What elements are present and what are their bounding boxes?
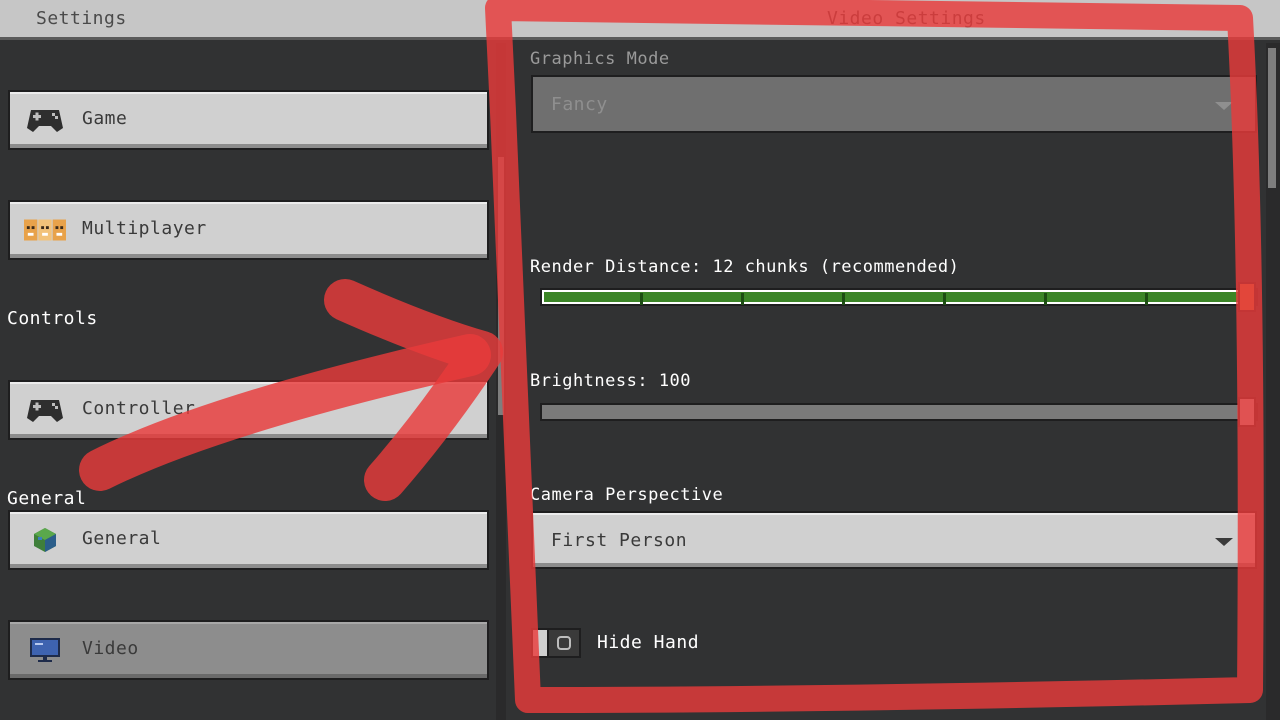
players-icon: [24, 214, 66, 246]
graphics-mode-label: Graphics Mode: [530, 49, 670, 69]
toggle-off-icon: [557, 636, 571, 650]
gamepad-icon: [24, 104, 66, 136]
toggle-knob: [533, 630, 549, 656]
sidebar-item-label: Controller: [82, 398, 196, 419]
chevron-down-icon: [1215, 538, 1233, 546]
sidebar-item-video[interactable]: Video: [8, 620, 489, 680]
slider-tick: [943, 293, 946, 305]
monitor-icon: [24, 634, 66, 666]
slider-tick: [1044, 293, 1047, 305]
sidebar-item-label: Multiplayer: [82, 218, 207, 239]
sidebar-item-label: General: [82, 528, 162, 549]
section-label-controls: Controls: [7, 308, 98, 329]
slider-tick: [741, 293, 744, 305]
chevron-down-icon: [1215, 102, 1233, 110]
header-bar: Settings Video Settings: [0, 0, 1280, 40]
brightness-slider-handle[interactable]: [1238, 397, 1256, 427]
graphics-mode-value: Fancy: [551, 94, 608, 115]
render-distance-slider[interactable]: [540, 288, 1258, 306]
sidebar-item-controller[interactable]: Controller: [8, 380, 489, 440]
video-settings-title: Video Settings: [827, 8, 986, 29]
render-distance-slider-handle[interactable]: [1238, 282, 1256, 312]
render-distance-label: Render Distance: 12 chunks (recommended): [530, 257, 960, 277]
section-label-general: General: [7, 488, 87, 509]
sidebar-scroll-thumb[interactable]: [498, 157, 504, 415]
sidebar-item-multiplayer[interactable]: Multiplayer: [8, 200, 489, 260]
sidebar-item-game[interactable]: Game: [8, 90, 489, 150]
slider-tick: [842, 293, 845, 305]
settings-title: Settings: [36, 8, 127, 29]
graphics-mode-dropdown[interactable]: Fancy: [531, 75, 1257, 133]
camera-perspective-label: Camera Perspective: [530, 485, 724, 505]
gamepad-icon: [24, 394, 66, 426]
brightness-label: Brightness: 100: [530, 371, 692, 391]
slider-tick: [1145, 293, 1148, 305]
sidebar-item-label: Game: [82, 108, 128, 129]
sidebar-item-label: Video: [82, 638, 139, 659]
camera-perspective-dropdown[interactable]: First Person: [531, 511, 1257, 569]
sidebar-item-general[interactable]: General: [8, 510, 489, 570]
hide-hand-toggle[interactable]: [531, 628, 581, 658]
globe-icon: [24, 524, 66, 556]
hide-hand-label: Hide Hand: [597, 632, 700, 653]
brightness-slider[interactable]: [540, 403, 1258, 421]
settings-scroll-thumb[interactable]: [1268, 48, 1276, 188]
camera-perspective-value: First Person: [551, 530, 688, 551]
slider-tick: [640, 293, 643, 305]
